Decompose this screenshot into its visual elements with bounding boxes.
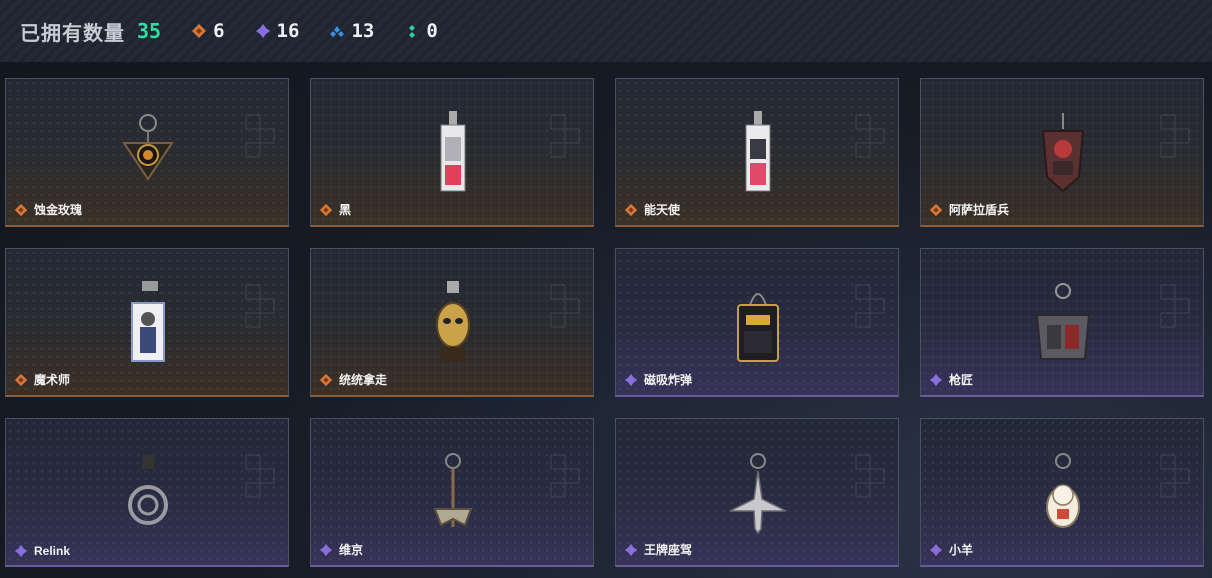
- relink-badge-charm-icon: [128, 455, 168, 525]
- charm-name-row: 魔术师: [14, 371, 70, 388]
- charm-name: 维京: [339, 543, 364, 557]
- charm-name: 黑: [339, 203, 352, 217]
- grid-pattern-decoration: [855, 454, 885, 498]
- charm-card[interactable]: 统统拿走: [310, 248, 594, 397]
- charm-name: 蚀金玫瑰: [34, 203, 83, 217]
- charm-card[interactable]: 魔术师: [5, 248, 289, 397]
- charm-card[interactable]: 能天使: [615, 78, 899, 227]
- charm-name-row: 统统拿走: [319, 371, 387, 388]
- rose-charm-icon: [122, 114, 174, 181]
- charm-card[interactable]: 枪匠: [920, 248, 1204, 397]
- grid-pattern-decoration: [1160, 454, 1190, 498]
- gold-mask-charm-icon: [436, 281, 470, 361]
- orange-diamond-icon: [624, 203, 638, 216]
- grid-pattern-decoration: [855, 284, 885, 328]
- charm-name-row: 磁吸炸弹: [624, 371, 692, 388]
- charm-name: Relink: [34, 544, 71, 558]
- purple-diamond-icon: [929, 543, 943, 556]
- charm-name-row: 黑: [319, 201, 351, 218]
- jet-charm-icon: [729, 453, 787, 535]
- charm-card[interactable]: 阿萨拉盾兵: [920, 78, 1204, 227]
- grid-pattern-decoration: [245, 114, 275, 158]
- purple-diamond-icon: [624, 373, 638, 386]
- purple-diamond-icon: [319, 543, 333, 556]
- charm-card[interactable]: 小羊: [920, 418, 1204, 567]
- toolbox-charm-icon: [1035, 283, 1091, 360]
- charm-name-row: 蚀金玫瑰: [14, 201, 82, 218]
- charm-card[interactable]: 磁吸炸弹: [615, 248, 899, 397]
- grid-pattern-decoration: [245, 284, 275, 328]
- charm-card[interactable]: 蚀金玫瑰: [5, 78, 289, 227]
- orange-diamond-icon: [14, 373, 28, 386]
- purple-diamond-icon: [14, 544, 28, 558]
- bomb-charm-icon: [737, 293, 779, 362]
- card-charm-icon: [745, 111, 771, 192]
- charm-name-row: 阿萨拉盾兵: [929, 201, 1009, 218]
- axe-charm-icon: [433, 453, 473, 527]
- charm-name: 枪匠: [949, 373, 974, 387]
- orange-diamond-icon: [14, 203, 28, 216]
- orange-diamond-icon: [319, 203, 333, 216]
- purple-diamond-icon: [929, 373, 943, 386]
- card-charm-icon: [440, 111, 466, 192]
- grid-pattern-decoration: [1160, 114, 1190, 158]
- charm-name-row: 维京: [319, 541, 363, 558]
- charm-name-row: 王牌座驾: [624, 541, 692, 558]
- grid-pattern-decoration: [855, 114, 885, 158]
- magician-card-charm-icon: [131, 281, 165, 362]
- grid-pattern-decoration: [1160, 284, 1190, 328]
- charm-name: 阿萨拉盾兵: [949, 203, 1010, 217]
- grid-pattern-decoration: [550, 114, 580, 158]
- charm-name: 磁吸炸弹: [644, 373, 693, 387]
- charm-card[interactable]: 维京: [310, 418, 594, 567]
- charm-name-row: 枪匠: [929, 371, 973, 388]
- charm-name: 魔术师: [34, 373, 71, 387]
- orange-diamond-icon: [319, 373, 333, 386]
- grid-pattern-decoration: [550, 284, 580, 328]
- grid-pattern-decoration: [550, 454, 580, 498]
- purple-diamond-icon: [624, 543, 638, 556]
- shield-soldier-charm-icon: [1041, 113, 1085, 193]
- charm-name: 统统拿走: [339, 373, 388, 387]
- charm-card[interactable]: 王牌座驾: [615, 418, 899, 567]
- grid-pattern-decoration: [245, 454, 275, 498]
- charm-collection-grid: 蚀金玫瑰 黑 能天使 阿萨拉盾兵 魔术师 统统拿走 磁吸炸弹 枪匠 Relink…: [0, 0, 1212, 578]
- charm-name-row: 小羊: [929, 541, 973, 558]
- orange-diamond-icon: [929, 203, 943, 216]
- charm-name: 王牌座驾: [644, 543, 693, 557]
- charm-name: 能天使: [644, 203, 681, 217]
- lucky-cat-charm-icon: [1046, 453, 1080, 528]
- charm-name: 小羊: [949, 543, 974, 557]
- charm-card[interactable]: Relink: [5, 418, 289, 567]
- charm-name-row: 能天使: [624, 201, 680, 218]
- charm-card[interactable]: 黑: [310, 78, 594, 227]
- charm-name-row: Relink: [14, 544, 70, 558]
